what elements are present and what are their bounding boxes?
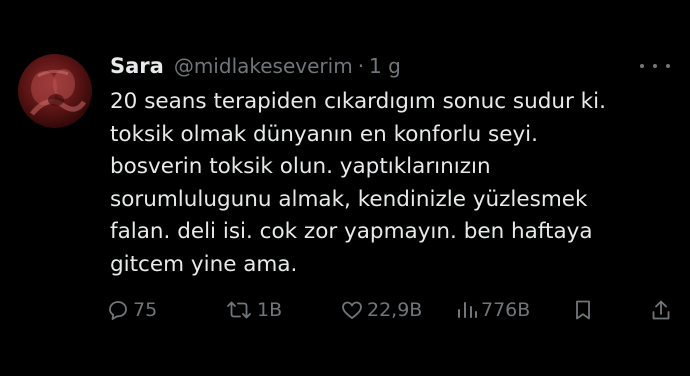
avatar[interactable] [18, 54, 92, 128]
views-button[interactable]: 776B [456, 294, 530, 326]
like-button[interactable]: 22,9B [340, 294, 422, 326]
bookmark-button[interactable] [572, 294, 594, 326]
retweet-icon [224, 298, 254, 322]
heart-icon [340, 298, 364, 322]
timestamp[interactable]: 1 g [369, 54, 401, 78]
reply-icon [106, 298, 130, 322]
more-dot [666, 64, 670, 68]
views-count: 776B [481, 299, 531, 321]
share-icon [650, 298, 672, 322]
action-bar: 75 1B 22,9B 776B [106, 294, 676, 326]
reply-count: 75 [133, 299, 158, 321]
more-options-icon[interactable] [640, 56, 670, 76]
bookmark-icon [572, 298, 594, 322]
retweet-button[interactable]: 1B [224, 294, 282, 326]
tweet-text-line: toksik olmak dünyanın en konforlu seyi. [110, 121, 538, 147]
views-icon [456, 298, 478, 322]
like-count: 22,9B [367, 299, 423, 321]
tweet-text-line: falan. deli isi. cok zor yapmayın. ben h… [110, 219, 593, 244]
tweet-text-line: gitcem yine ama. [110, 251, 298, 277]
share-button[interactable] [650, 294, 672, 326]
tweet-card[interactable]: Sara @midlakeseverim · 1 g 20 seans tera… [0, 0, 690, 376]
display-name[interactable]: Sara [110, 54, 164, 78]
retweet-count: 1B [257, 299, 283, 321]
tweet-text-line: sorumlulugunu almak, kendinizle yüzlesme… [110, 186, 588, 212]
separator-dot: · [357, 54, 365, 78]
user-handle[interactable]: @midlakeseverim [174, 54, 353, 78]
more-dot [640, 64, 644, 68]
tweet-text-line: 20 seans terapiden cıkardıgım sonuc sudu… [110, 89, 606, 114]
tweet-header: Sara @midlakeseverim · 1 g [110, 52, 401, 80]
more-dot [653, 64, 657, 68]
tweet-text-line: bosverin toksik olun. yaptıklarınızın [110, 154, 491, 179]
reply-button[interactable]: 75 [106, 294, 157, 326]
tweet-text: 20 seans terapiden cıkardıgım sonuc sudu… [110, 86, 670, 281]
